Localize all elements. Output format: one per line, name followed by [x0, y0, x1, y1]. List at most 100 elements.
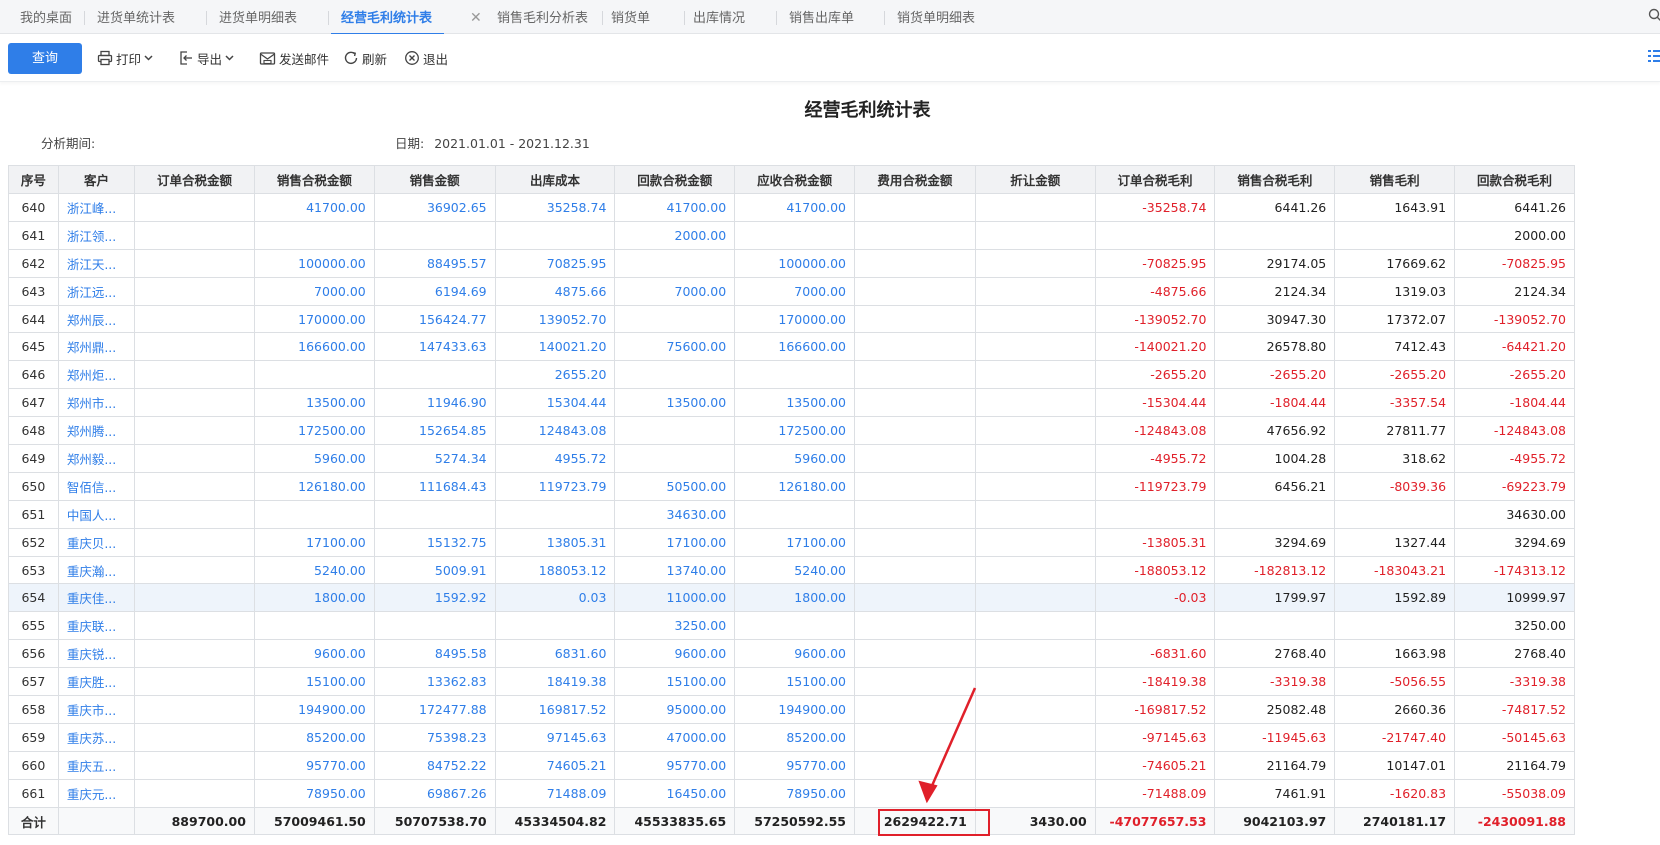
column-header[interactable]: 销售金额	[373, 165, 496, 194]
customer-link[interactable]: 郑州市...	[57, 388, 136, 418]
query-button[interactable]: 查询	[8, 43, 82, 74]
table-cell[interactable]: 41700.00	[253, 193, 375, 222]
table-cell[interactable]	[134, 444, 255, 473]
table-row[interactable]: 642 浙江天... 100000.00 88495.57 70825.95 100000…	[8, 248, 1575, 278]
column-header[interactable]: 销售合税金额	[253, 165, 375, 194]
table-row[interactable]: 647 郑州市... 13500.00 11946.90 15304.44 13500.0…	[8, 388, 1575, 418]
table-cell[interactable]: 166600.00	[253, 332, 375, 362]
table-cell[interactable]: 50500.00	[614, 471, 736, 501]
table-cell[interactable]	[134, 471, 255, 501]
table-row[interactable]: 643 浙江远... 7000.00 6194.69 4875.66 7000.00 700…	[8, 276, 1575, 306]
table-cell[interactable]: 5960.00	[734, 444, 855, 473]
customer-link[interactable]: 郑州辰...	[57, 304, 136, 334]
column-header[interactable]: 费用合税金额	[854, 165, 976, 194]
tab-sales-order[interactable]: 销货单	[611, 0, 650, 34]
print-button[interactable]: 打印	[97, 48, 153, 68]
table-cell[interactable]: 9600.00	[253, 639, 375, 669]
tab-purchase-detail[interactable]: 进货单明细表	[219, 0, 297, 34]
table-cell[interactable]	[134, 416, 255, 446]
table-cell[interactable]: 1800.00	[734, 583, 855, 613]
table-cell[interactable]: 47000.00	[614, 722, 736, 752]
table-cell[interactable]	[134, 276, 255, 306]
table-row[interactable]: 646 郑州炬... 2655.20 -2655.20 -2655.20 -2655.20…	[8, 360, 1575, 390]
column-header[interactable]: 回款合税毛利	[1454, 165, 1575, 194]
customer-link[interactable]: 郑州腾...	[57, 416, 136, 446]
table-cell[interactable]	[134, 248, 255, 278]
customer-link[interactable]: 重庆胜...	[57, 667, 136, 697]
table-cell[interactable]: 7000.00	[734, 276, 855, 306]
tab-operating-profit[interactable]: 经营毛利统计表	[330, 0, 445, 35]
table-cell[interactable]: 11946.90	[373, 388, 496, 418]
search-icon[interactable]	[1648, 8, 1660, 22]
table-cell[interactable]: 15132.75	[373, 527, 496, 557]
customer-link[interactable]: 重庆贝...	[57, 527, 136, 557]
table-cell[interactable]	[614, 416, 736, 446]
table-cell[interactable]: 5240.00	[734, 555, 855, 585]
customer-link[interactable]: 浙江峰...	[57, 193, 136, 222]
table-cell[interactable]	[134, 583, 255, 613]
table-cell[interactable]: 88495.57	[373, 248, 496, 278]
table-cell[interactable]: 194900.00	[253, 695, 375, 724]
table-cell[interactable]: 75398.23	[373, 722, 496, 752]
table-cell[interactable]: 95770.00	[734, 750, 855, 780]
table-cell[interactable]	[134, 722, 255, 752]
table-cell[interactable]	[134, 499, 255, 529]
tab-sales-outbound[interactable]: 销售出库单	[789, 0, 854, 34]
table-cell[interactable]	[614, 360, 736, 390]
customer-link[interactable]: 智佰信...	[57, 471, 136, 501]
table-cell[interactable]: 166600.00	[734, 332, 855, 362]
customer-link[interactable]: 郑州鼎...	[57, 332, 136, 362]
table-cell[interactable]: 156424.77	[373, 304, 496, 334]
table-row[interactable]: 660 重庆五... 95770.00 84752.22 74605.21 95770.0…	[8, 750, 1575, 780]
column-list-icon[interactable]	[1648, 48, 1660, 64]
table-cell[interactable]	[134, 193, 255, 222]
column-header[interactable]: 订单合税金额	[134, 165, 255, 194]
table-cell[interactable]: 4955.72	[494, 444, 616, 473]
customer-link[interactable]: 重庆五...	[57, 750, 136, 780]
tab-purchase-stats[interactable]: 进货单统计表	[97, 0, 175, 34]
table-cell[interactable]: 4875.66	[494, 276, 616, 306]
table-cell[interactable]	[494, 611, 616, 641]
table-cell[interactable]: 6831.60	[494, 639, 616, 669]
table-cell[interactable]: 188053.12	[494, 555, 616, 585]
table-row[interactable]: 657 重庆胜... 15100.00 13362.83 18419.38 15100.0…	[8, 667, 1575, 697]
table-row[interactable]: 640 浙江峰... 41700.00 36902.65 35258.74 41700.0…	[8, 193, 1575, 222]
exit-button[interactable]: 退出	[404, 48, 448, 68]
table-cell[interactable]: 11000.00	[614, 583, 736, 613]
table-row[interactable]: 659 重庆苏... 85200.00 75398.23 97145.63 47000.0…	[8, 722, 1575, 752]
table-cell[interactable]	[134, 360, 255, 390]
table-cell[interactable]: 124843.08	[494, 416, 616, 446]
table-cell[interactable]: 7000.00	[253, 276, 375, 306]
column-header[interactable]: 应收合税金额	[734, 165, 855, 194]
table-cell[interactable]: 172500.00	[734, 416, 855, 446]
customer-link[interactable]: 中国人...	[57, 499, 136, 529]
table-cell[interactable]	[373, 499, 496, 529]
table-cell[interactable]: 36902.65	[373, 193, 496, 222]
table-cell[interactable]: 17100.00	[253, 527, 375, 557]
table-row[interactable]: 652 重庆贝... 17100.00 15132.75 13805.31 17100.0…	[8, 527, 1575, 557]
table-cell[interactable]	[734, 499, 855, 529]
table-cell[interactable]: 41700.00	[614, 193, 736, 222]
table-cell[interactable]: 147433.63	[373, 332, 496, 362]
table-row[interactable]: 645 郑州鼎... 166600.00 147433.63 140021.20 7560…	[8, 332, 1575, 362]
customer-link[interactable]: 郑州毅...	[57, 444, 136, 473]
table-cell[interactable]: 111684.43	[373, 471, 496, 501]
table-cell[interactable]: 85200.00	[734, 722, 855, 752]
table-cell[interactable]	[614, 304, 736, 334]
customer-link[interactable]: 郑州炬...	[57, 360, 136, 390]
table-cell[interactable]: 0.03	[494, 583, 616, 613]
table-cell[interactable]: 1800.00	[253, 583, 375, 613]
table-row[interactable]: 661 重庆元... 78950.00 69867.26 71488.09 16450.0…	[8, 778, 1575, 808]
table-cell[interactable]: 85200.00	[253, 722, 375, 752]
table-cell[interactable]: 16450.00	[614, 778, 736, 808]
table-cell[interactable]	[134, 220, 255, 250]
table-cell[interactable]: 9600.00	[614, 639, 736, 669]
table-cell[interactable]: 139052.70	[494, 304, 616, 334]
table-cell[interactable]	[373, 360, 496, 390]
customer-link[interactable]: 重庆锐...	[57, 639, 136, 669]
table-cell[interactable]: 119723.79	[494, 471, 616, 501]
column-header[interactable]: 销售合税毛利	[1214, 165, 1336, 194]
table-cell[interactable]: 78950.00	[734, 778, 855, 808]
table-cell[interactable]: 8495.58	[373, 639, 496, 669]
table-cell[interactable]: 13362.83	[373, 667, 496, 697]
